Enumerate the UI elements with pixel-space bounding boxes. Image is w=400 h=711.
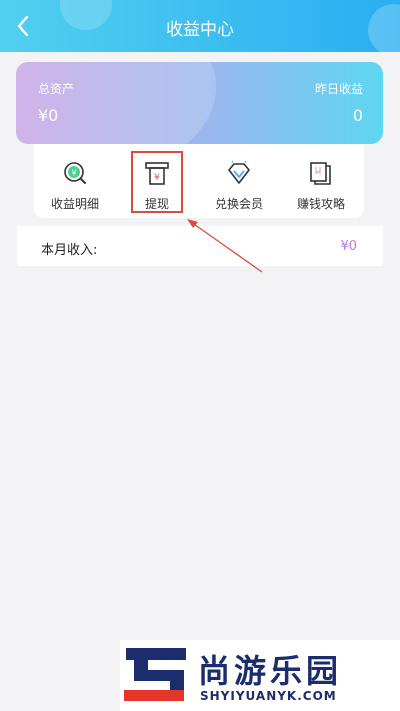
brand-logo: [124, 648, 186, 701]
watermark-brand: 尚游乐园: [198, 652, 343, 690]
watermark: 尚游乐园 SHYIYUANYK.COM: [120, 640, 400, 711]
annotation-arrow: [187, 219, 263, 273]
watermark-domain: SHYIYUANYK.COM: [200, 689, 337, 703]
